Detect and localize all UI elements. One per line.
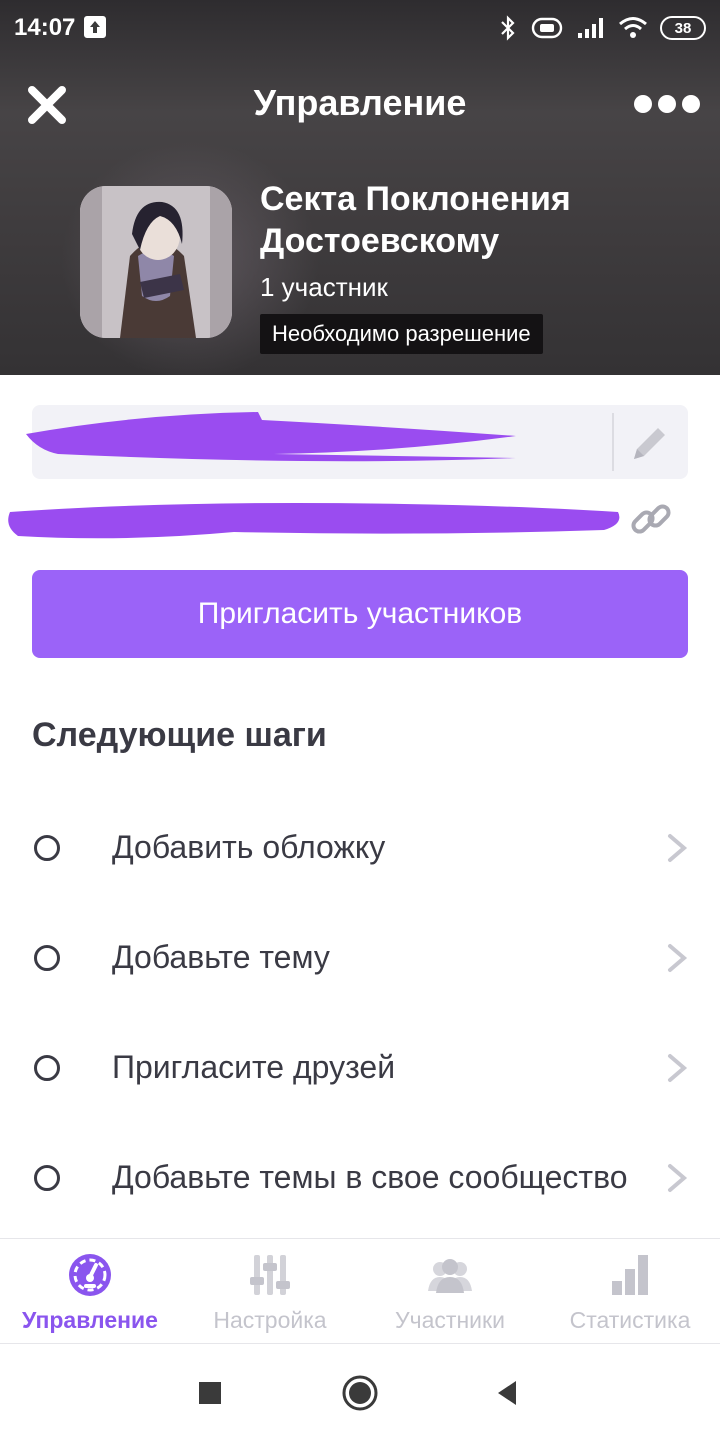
permission-badge: Необходимо разрешение (260, 314, 543, 354)
wifi-icon (619, 17, 647, 38)
battery-icon: 38 (660, 16, 706, 40)
tab-statistics[interactable]: Статистика (540, 1239, 720, 1345)
tab-label: Управление (22, 1307, 158, 1333)
tab-members[interactable]: Участники (360, 1239, 540, 1345)
bluetooth-icon (501, 15, 515, 41)
back-icon[interactable] (488, 1373, 528, 1413)
tab-settings[interactable]: Настройка (180, 1239, 360, 1345)
step-status-icon (34, 1165, 60, 1191)
pencil-icon[interactable] (628, 421, 672, 465)
next-steps-title: Следующие шаги (32, 716, 327, 754)
community-avatar[interactable] (80, 186, 232, 338)
signal-icon (578, 18, 603, 38)
tab-label: Настройка (213, 1307, 327, 1333)
member-count: 1 участник (260, 272, 388, 302)
battery-level: 38 (674, 19, 692, 37)
community-name: Секта Поклонения Достоевскому (260, 180, 571, 260)
community-description-field[interactable] (32, 405, 688, 479)
status-bar: 14:07 38 (0, 0, 720, 56)
page-title: Управление (253, 82, 467, 123)
step-status-icon (34, 1055, 60, 1081)
step-item-topic[interactable]: Добавьте тему (0, 908, 720, 1008)
step-item-add-topics[interactable]: Добавьте темы в свое сообщество (0, 1128, 720, 1228)
community-header: 14:07 38 Управление Секта Поклонения Дос… (0, 0, 720, 375)
dashboard-icon (69, 1254, 111, 1296)
link-icon[interactable] (628, 496, 676, 544)
chevron-right-icon (668, 1164, 688, 1192)
system-nav-bar (0, 1345, 720, 1440)
tab-manage[interactable]: Управление (0, 1239, 180, 1345)
step-status-icon (34, 945, 60, 971)
chevron-right-icon (668, 944, 688, 972)
status-icons: 38 (498, 14, 706, 42)
step-label: Пригласите друзей (112, 1049, 396, 1085)
tab-label: Статистика (569, 1307, 691, 1333)
tab-label: Участники (395, 1307, 505, 1333)
field-divider (612, 413, 614, 471)
chevron-right-icon (668, 834, 688, 862)
step-item-cover[interactable]: Добавить обложку (0, 798, 720, 898)
redaction-scribble (8, 503, 620, 539)
recent-apps-icon[interactable] (190, 1373, 230, 1413)
vibrate-icon (531, 17, 563, 39)
home-icon[interactable] (340, 1373, 380, 1413)
status-time: 14:07 (14, 14, 76, 41)
chevron-right-icon (668, 1054, 688, 1082)
step-item-invite-friends[interactable]: Пригласите друзей (0, 1018, 720, 1118)
step-label: Добавьте темы в свое сообщество (112, 1159, 628, 1195)
invite-members-button[interactable]: Пригласить участников (32, 570, 688, 658)
more-icon[interactable] (634, 92, 700, 116)
bottom-tab-bar: Управление Настройка Участники Статистик… (0, 1238, 720, 1344)
step-label: Добавить обложку (112, 829, 386, 865)
stats-icon (612, 1255, 648, 1295)
members-icon (428, 1259, 472, 1293)
step-status-icon (34, 835, 60, 861)
step-label: Добавьте тему (112, 939, 330, 975)
sliders-icon (250, 1255, 290, 1295)
upload-icon (84, 16, 106, 38)
